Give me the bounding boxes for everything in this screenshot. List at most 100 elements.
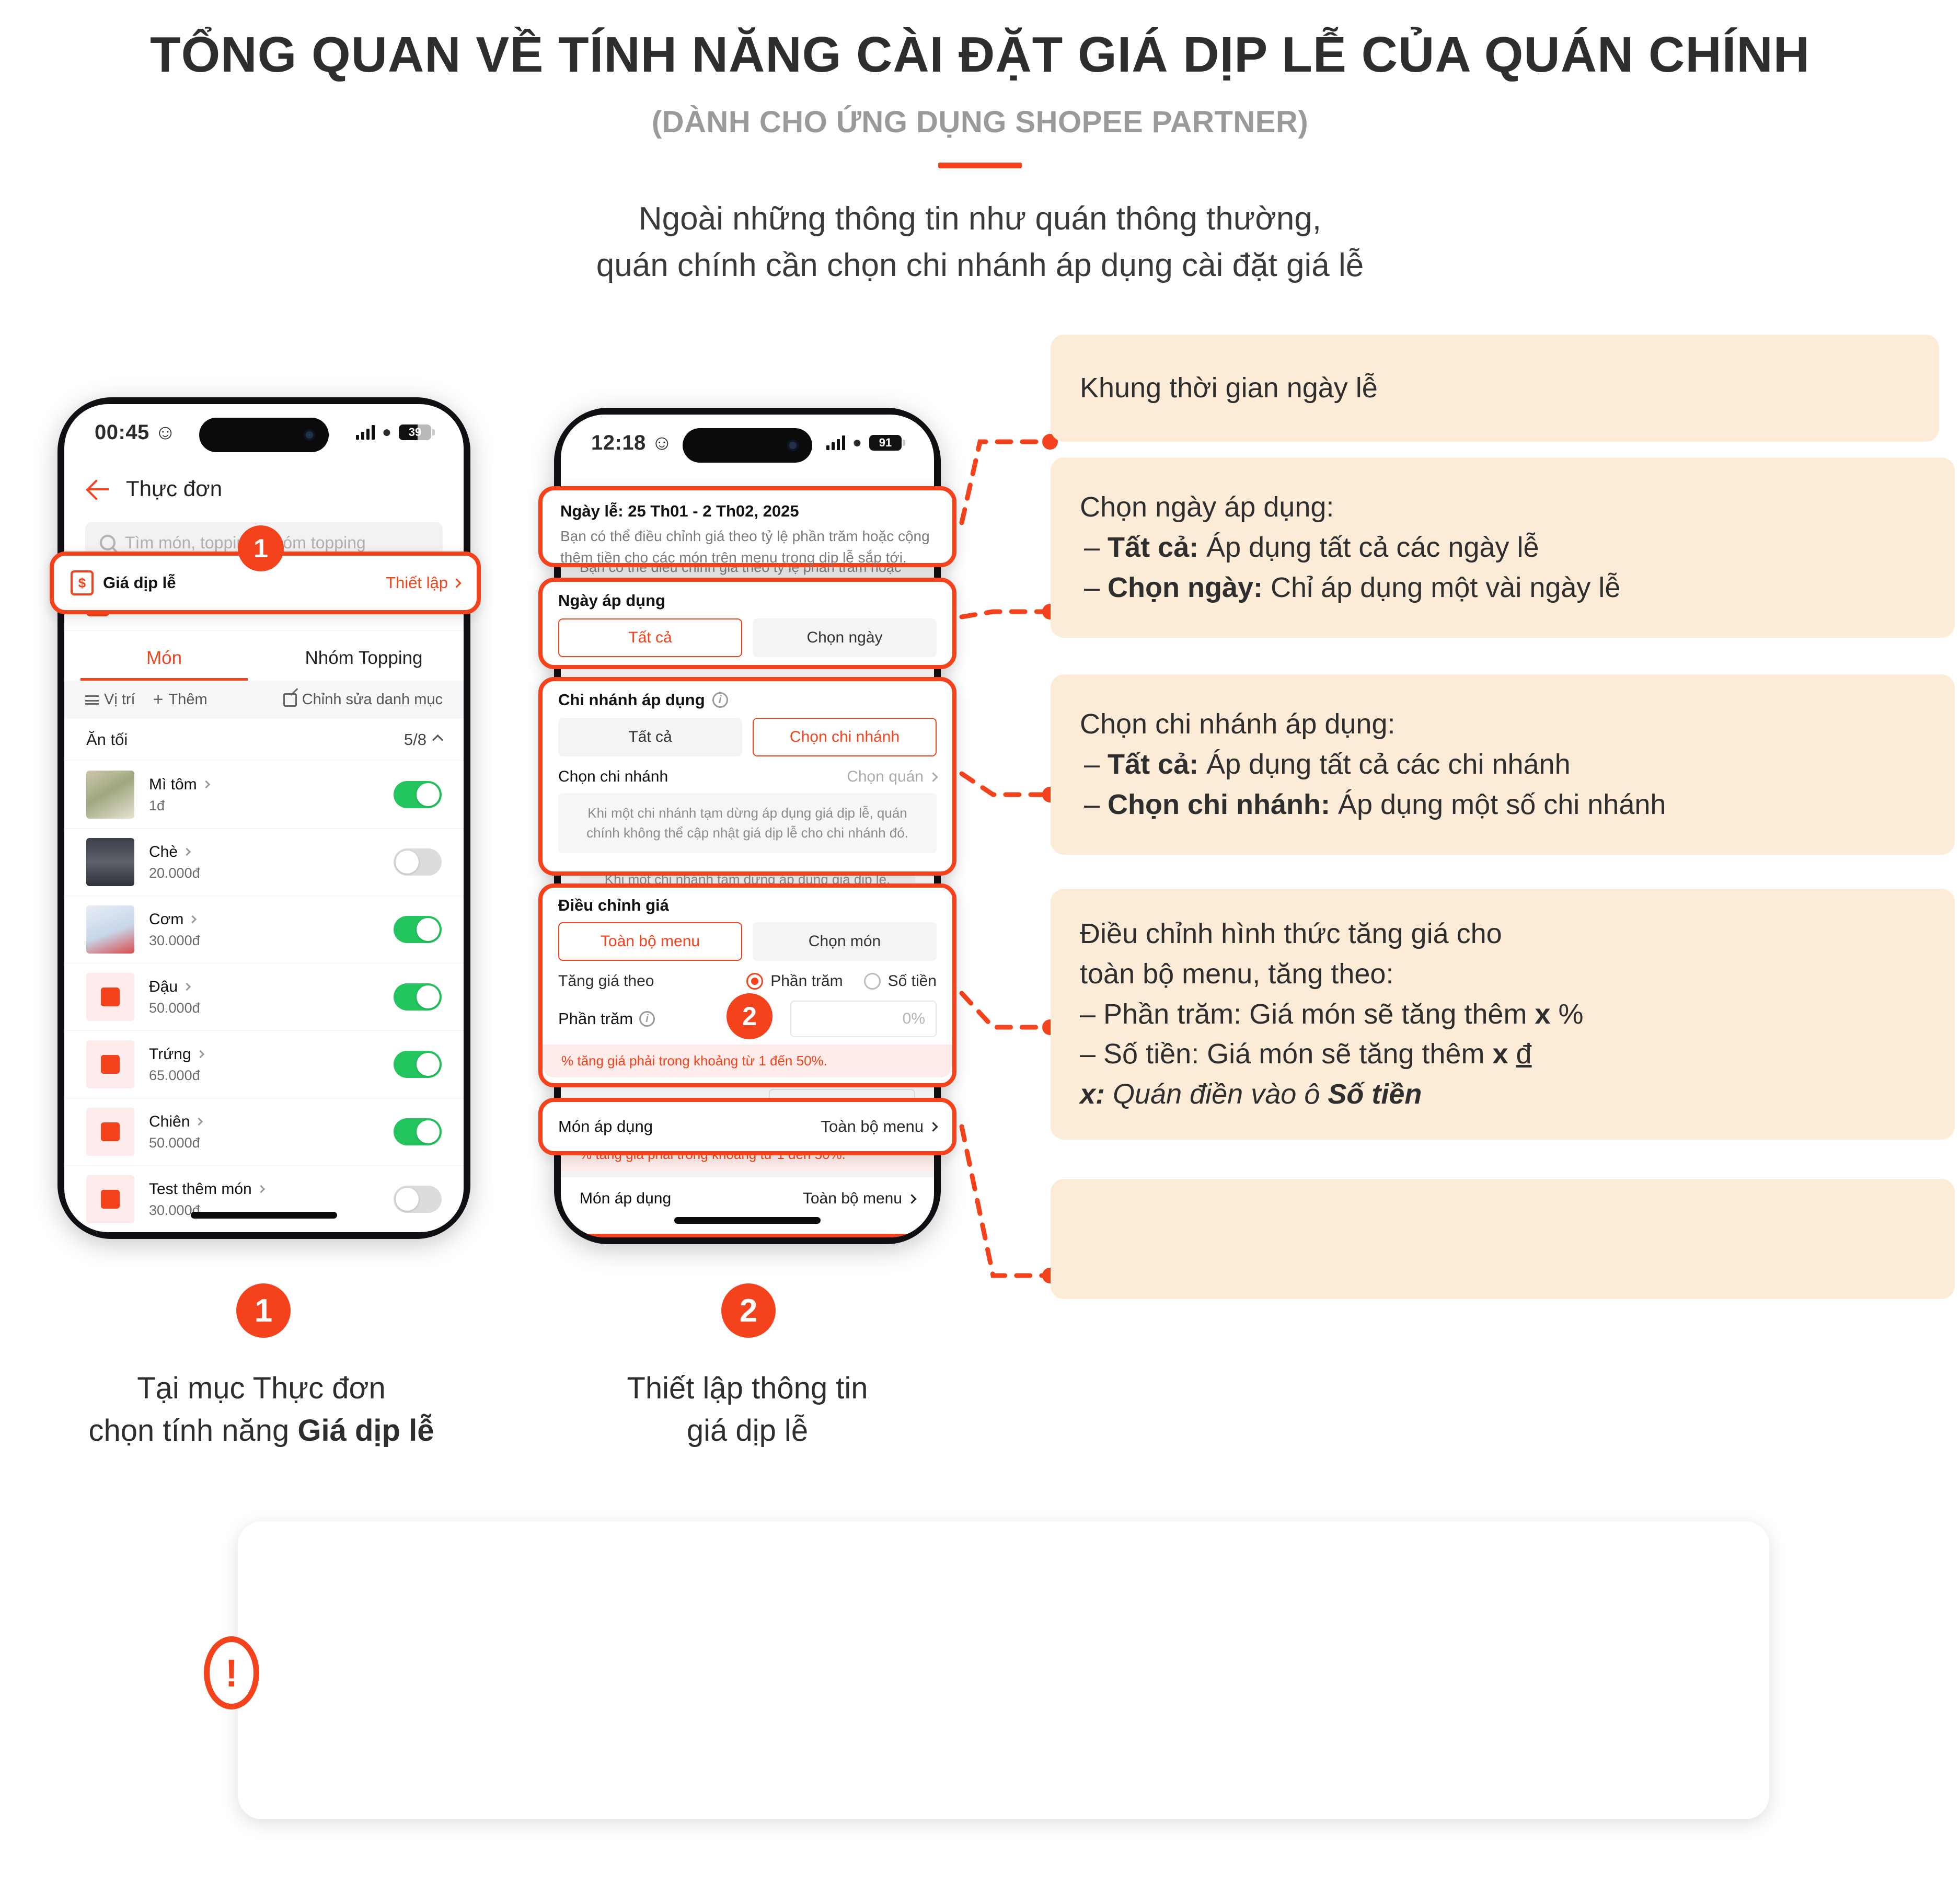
table-row[interactable]: Cơm 30.000đ xyxy=(64,896,464,963)
wifi-icon: ● xyxy=(852,434,862,451)
dynamic-island xyxy=(683,428,812,463)
connector-time-frame xyxy=(959,439,1048,525)
edit-category-button[interactable]: Chỉnh sửa danh mục xyxy=(283,691,443,708)
status-time-2: 12:18 ☺ xyxy=(591,431,673,454)
chevron-right-icon xyxy=(928,1121,938,1132)
confirm-button[interactable]: Xác nhận xyxy=(580,1234,915,1237)
page-title: TỔNG QUAN VỀ TÍNH NĂNG CÀI ĐẶT GIÁ DỊP L… xyxy=(149,27,1811,83)
chevron-right-icon xyxy=(907,1194,917,1204)
highlight-branch-picker-label: Chọn chi nhánh xyxy=(558,768,668,785)
item-thumbnail xyxy=(86,838,134,886)
item-thumbnail xyxy=(86,905,134,954)
tab-nhom-topping[interactable]: Nhóm Topping xyxy=(264,634,464,678)
home-indicator xyxy=(191,1212,337,1219)
item-price: 30.000đ xyxy=(149,932,200,948)
callout-apply-date-title: Chọn ngày áp dụng: xyxy=(1080,491,1334,523)
phone1-status-bar: 00:45 ☺ ● 39 xyxy=(64,404,464,461)
highlight-increase-label: Tăng giá theo xyxy=(558,972,654,990)
item-thumbnail xyxy=(86,1040,134,1088)
callout-apply-branch-bullet-1: – Tất cả: Áp dụng tất cả các chi nhánh xyxy=(1084,749,1571,780)
back-arrow-icon[interactable] xyxy=(87,477,110,500)
sort-position-button[interactable]: Vị trí xyxy=(85,691,135,708)
highlight-banner-desc: Bạn có thể điều chỉnh giá theo tỷ lệ phầ… xyxy=(560,528,930,566)
item-toggle[interactable] xyxy=(394,848,442,876)
table-row[interactable]: Đậu 50.000đ xyxy=(64,963,464,1031)
chevron-right-icon xyxy=(182,982,191,991)
caption-2-line-1: Thiết lập thông tin xyxy=(627,1371,868,1405)
item-price: 50.000đ xyxy=(149,1000,200,1016)
radio-amount[interactable]: Số tiền xyxy=(863,972,937,990)
highlight-scope-all-menu[interactable]: Toàn bộ menu xyxy=(558,922,742,961)
item-toggle[interactable] xyxy=(394,1051,442,1078)
chevron-right-icon xyxy=(928,772,938,782)
applied-items-value: Toàn bộ menu xyxy=(802,1190,902,1208)
warning-icon: ! xyxy=(204,1636,259,1709)
highlight-branch-option-pick[interactable]: Chọn chi nhánh xyxy=(753,718,937,756)
info-icon[interactable]: i xyxy=(639,1011,655,1027)
highlight-scope-pick-item[interactable]: Chọn món xyxy=(753,922,937,961)
callout-apply-branch-bullet-2: – Chọn chi nhánh: Áp dụng một số chi nhá… xyxy=(1084,788,1666,820)
item-price: 65.000đ xyxy=(149,1067,200,1083)
highlight-date-option-all[interactable]: Tất cả xyxy=(558,618,742,657)
highlight-action[interactable]: Thiết lập xyxy=(386,573,462,592)
table-row[interactable]: Chiên 50.000đ xyxy=(64,1098,464,1166)
highlight-percent-label: Phần trăm xyxy=(558,1009,633,1028)
tab-mon[interactable]: Món xyxy=(64,634,264,678)
item-price: 1đ xyxy=(149,797,165,813)
status-time-1: 00:45 ☺ xyxy=(95,420,177,444)
highlight-price-adjust: Điều chỉnh giá Toàn bộ menu Chọn món Tăn… xyxy=(538,883,956,1087)
category-row[interactable]: Ăn tối 5/8 xyxy=(64,719,464,761)
callout-apply-date-bullet-2: – Chọn ngày: Chỉ áp dụng một vài ngày lễ xyxy=(1084,571,1621,603)
phone-frame-1: 00:45 ☺ ● 39 Thực đơn Tìm món, topping, n… xyxy=(57,397,470,1239)
chevron-right-icon xyxy=(195,1117,203,1126)
step-badge-2: 2 xyxy=(721,1283,776,1338)
callout-price-line-2: toàn bộ menu, tăng theo: xyxy=(1080,958,1394,990)
item-toggle[interactable] xyxy=(394,781,442,808)
chevron-right-icon xyxy=(452,578,462,588)
item-toggle[interactable] xyxy=(394,983,442,1011)
highlight-branch-title: Chi nhánh áp dụng i xyxy=(558,691,937,709)
category-count: 5/8 xyxy=(403,730,426,749)
placeholder-food-icon xyxy=(101,988,120,1006)
callout-price-line-3: – Phần trăm: Giá món sẽ tăng thêm x % xyxy=(1080,998,1584,1030)
page-header: TỔNG QUAN VỀ TÍNH NĂNG CÀI ĐẶT GIÁ DỊP L… xyxy=(0,0,1960,289)
radio-off-icon xyxy=(863,973,881,990)
highlight-branch-picker-row[interactable]: Chọn chi nhánh Chọn quán xyxy=(558,768,938,786)
item-name: Mì tôm xyxy=(149,775,197,793)
placeholder-food-icon xyxy=(101,1122,120,1141)
radio-percent[interactable]: Phần trăm xyxy=(746,972,843,990)
item-toggle[interactable] xyxy=(394,916,442,943)
item-toggle[interactable] xyxy=(394,1118,442,1145)
phone1-tabs: Món Nhóm Topping xyxy=(64,634,464,678)
edit-icon xyxy=(283,693,297,707)
highlight-date-option-pick[interactable]: Chọn ngày xyxy=(753,618,937,657)
callout-time-frame: Khung thời gian ngày lễ xyxy=(1051,335,1939,442)
smiley-icon: ☺ xyxy=(154,420,177,444)
search-icon xyxy=(100,535,116,550)
caption-step-2: Thiết lập thông tin giá dịp lễ xyxy=(523,1367,972,1452)
dynamic-island xyxy=(199,418,329,452)
table-row[interactable]: Trứng 65.000đ xyxy=(64,1031,464,1098)
callout-apply-date: Chọn ngày áp dụng: – Tất cả: Áp dụng tất… xyxy=(1051,457,1955,638)
callout-apply-branch: Chọn chi nhánh áp dụng: – Tất cả: Áp dụn… xyxy=(1051,674,1955,855)
highlight-apply-date: Ngày áp dụng Tất cả Chọn ngày xyxy=(538,578,956,669)
applied-items-row[interactable]: Món áp dụng Toàn bộ menu xyxy=(580,1190,917,1208)
step-badge-2-inline: 2 xyxy=(727,993,773,1039)
menu-toolbar: Vị trí + Thêm Chỉnh sửa danh mục xyxy=(64,681,464,719)
list-icon xyxy=(85,695,99,705)
highlight-percent-input[interactable]: 0% xyxy=(790,1001,937,1037)
item-name: Test thêm món xyxy=(149,1180,252,1198)
highlight-applied-items[interactable]: Món áp dụng Toàn bộ menu xyxy=(538,1098,956,1155)
table-row[interactable]: Test thêm món 30.000đ xyxy=(64,1166,464,1232)
connector-price-form xyxy=(959,991,1048,1030)
category-name: Ăn tối xyxy=(86,730,128,749)
info-icon[interactable]: i xyxy=(712,692,728,708)
highlight-branch-option-all[interactable]: Tất cả xyxy=(558,718,742,756)
item-toggle[interactable] xyxy=(394,1186,442,1213)
table-row[interactable]: Mì tôm 1đ xyxy=(64,761,464,829)
item-thumbnail xyxy=(86,1175,134,1223)
table-row[interactable]: Chè 20.000đ xyxy=(64,829,464,896)
add-button[interactable]: + Thêm xyxy=(153,691,207,708)
callout-price-line-5: x: Quán điền vào ô Số tiền xyxy=(1080,1078,1422,1110)
highlight-applied-value-group[interactable]: Toàn bộ menu xyxy=(821,1117,938,1136)
